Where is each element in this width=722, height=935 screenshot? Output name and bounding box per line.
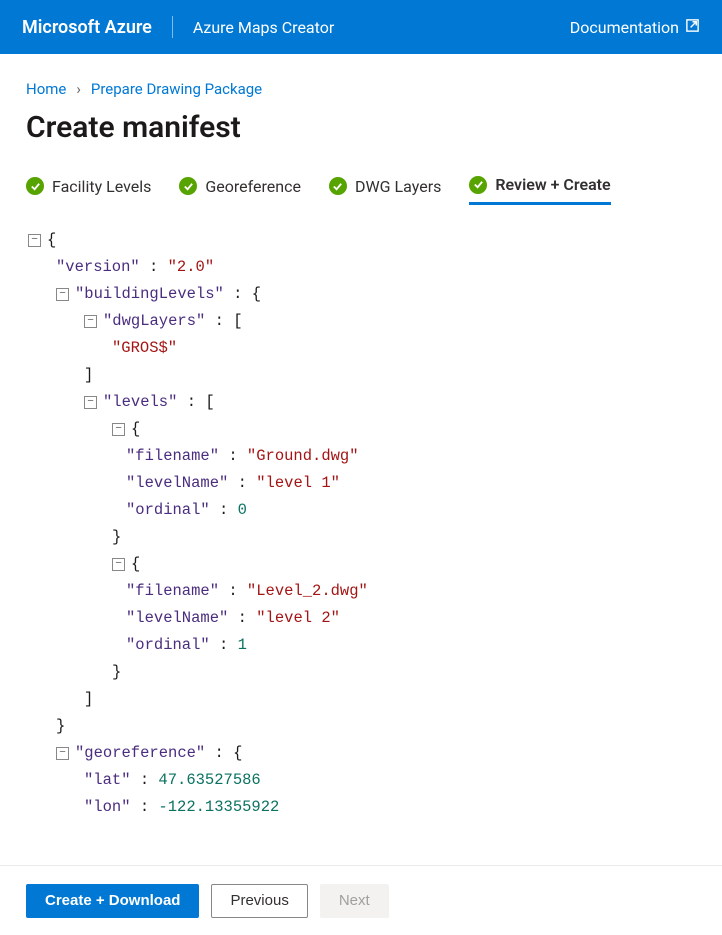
next-button: Next [320, 884, 389, 918]
tab-georeference[interactable]: Georeference [179, 175, 301, 205]
collapse-toggle[interactable] [56, 747, 69, 760]
tab-review-create[interactable]: Review + Create [469, 175, 610, 205]
collapse-toggle[interactable] [28, 234, 41, 247]
documentation-label: Documentation [570, 18, 679, 37]
collapse-toggle[interactable] [112, 558, 125, 571]
breadcrumb: Home › Prepare Drawing Package [26, 80, 696, 98]
check-icon [329, 177, 347, 195]
brand-label: Microsoft Azure [22, 17, 152, 38]
check-icon [26, 177, 44, 195]
step-label: Review + Create [495, 175, 610, 194]
topbar-left: Microsoft Azure Azure Maps Creator [22, 16, 334, 38]
step-label: DWG Layers [355, 177, 441, 196]
collapse-toggle[interactable] [56, 288, 69, 301]
footer-actions: Create + Download Previous Next [0, 865, 722, 935]
product-label: Azure Maps Creator [193, 18, 334, 37]
documentation-link[interactable]: Documentation [570, 18, 700, 37]
collapse-toggle[interactable] [84, 315, 97, 328]
step-label: Georeference [205, 177, 301, 196]
check-icon [179, 177, 197, 195]
json-viewer: { "version" : "2.0" "buildingLevels" : {… [26, 227, 696, 821]
step-label: Facility Levels [52, 177, 151, 196]
collapse-toggle[interactable] [84, 396, 97, 409]
page-title: Create manifest [26, 110, 696, 145]
tab-facility-levels[interactable]: Facility Levels [26, 175, 151, 205]
previous-button[interactable]: Previous [211, 884, 307, 918]
chevron-right-icon: › [76, 80, 81, 98]
breadcrumb-home[interactable]: Home [26, 80, 66, 98]
divider [172, 16, 173, 38]
collapse-toggle[interactable] [112, 423, 125, 436]
create-download-button[interactable]: Create + Download [26, 884, 199, 918]
external-link-icon [685, 18, 700, 37]
topbar: Microsoft Azure Azure Maps Creator Docum… [0, 0, 722, 54]
content-area: Home › Prepare Drawing Package Create ma… [0, 54, 722, 865]
breadcrumb-prepare[interactable]: Prepare Drawing Package [91, 80, 262, 98]
check-icon [469, 176, 487, 194]
steps-nav: Facility Levels Georeference DWG Layers … [26, 175, 696, 205]
tab-dwg-layers[interactable]: DWG Layers [329, 175, 441, 205]
